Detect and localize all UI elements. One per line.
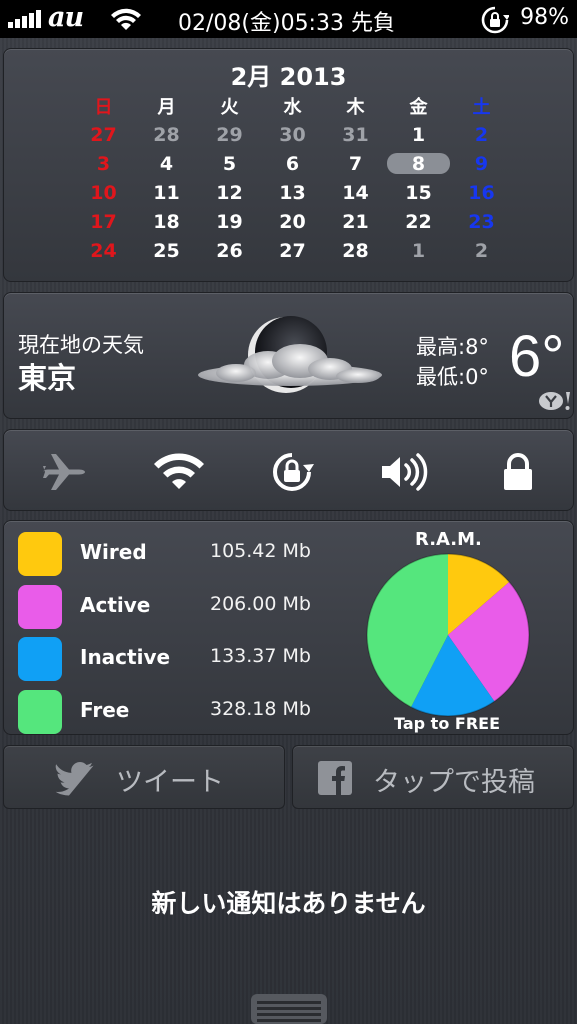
calendar-day: 19 xyxy=(216,210,243,233)
weather-current-temp: 6° xyxy=(509,324,565,389)
carrier-name: au xyxy=(48,2,84,33)
notification-center-grabber[interactable] xyxy=(251,994,327,1024)
calendar-day: 3 xyxy=(96,152,111,175)
sound-icon xyxy=(382,453,428,491)
tap-to-free-label[interactable]: Tap to FREE xyxy=(394,714,500,733)
weather-high-temp: 最高:8° xyxy=(416,335,489,359)
ram-category-value: 105.42 Mb xyxy=(210,540,311,562)
ram-color-swatch xyxy=(18,689,62,734)
calendar-day: 25 xyxy=(153,239,180,262)
battery-level: 98% xyxy=(520,5,569,30)
calendar-day: 24 xyxy=(90,239,117,262)
ram-category-label: Free xyxy=(80,697,130,722)
moon-cloud-weather-icon xyxy=(198,316,382,393)
calendar-day: 2 xyxy=(474,123,489,146)
calendar-today: 8 xyxy=(387,149,450,178)
calendar-day: 5 xyxy=(222,152,237,175)
calendar-day: 28 xyxy=(342,239,369,262)
ram-color-swatch xyxy=(18,637,62,681)
twitter-bird-icon xyxy=(55,762,94,796)
weather-city: 東京 xyxy=(18,361,77,395)
calendar-day: 18 xyxy=(153,210,180,233)
ram-category-label: Wired xyxy=(80,540,147,564)
rotation-lock-icon xyxy=(273,453,314,491)
wifi-signal-icon xyxy=(111,8,141,30)
weekday-header: 水 xyxy=(283,96,302,118)
weekday-header: 土 xyxy=(472,96,491,118)
weather-low-temp: 最低:0° xyxy=(416,365,489,389)
yahoo-logo-icon[interactable] xyxy=(538,390,574,412)
lock-icon xyxy=(504,453,532,490)
calendar-day: 26 xyxy=(216,239,243,262)
ram-category-value: 133.37 Mb xyxy=(210,645,311,667)
ram-color-swatch xyxy=(18,532,62,576)
ram-category-value: 328.18 Mb xyxy=(210,697,311,720)
weather-widget[interactable]: 現在地の天気 東京 最高:8° 最低:0° 6° xyxy=(3,292,574,419)
ram-category-label: Active xyxy=(80,592,151,617)
calendar-day: 4 xyxy=(159,152,174,175)
calendar-day: 1 xyxy=(411,123,426,146)
ram-pie-chart[interactable] xyxy=(364,551,532,719)
calendar-day: 13 xyxy=(279,181,306,204)
signal-strength-icon xyxy=(8,10,44,28)
status-bar: au 02/08(金)05:33 先負 98% xyxy=(0,0,577,38)
calendar-day: 29 xyxy=(216,123,243,146)
facebook-button-label: タップで投稿 xyxy=(373,767,535,798)
calendar-day: 6 xyxy=(285,152,300,175)
calendar-day: 17 xyxy=(90,210,117,233)
calendar-day: 11 xyxy=(153,181,180,204)
facebook-icon xyxy=(318,761,352,795)
calendar-day: 28 xyxy=(153,123,180,146)
calendar-day: 14 xyxy=(342,181,369,204)
calendar-day: 7 xyxy=(348,152,363,175)
calendar-day: 1 xyxy=(411,239,426,262)
calendar-day: 20 xyxy=(279,210,306,233)
airplane-mode-toggle[interactable] xyxy=(40,451,88,493)
ram-color-swatch xyxy=(18,584,62,629)
screen-lock-toggle[interactable] xyxy=(494,451,542,493)
calendar-day: 27 xyxy=(90,123,117,146)
ram-title: R.A.M. xyxy=(415,529,482,550)
calendar-day: 16 xyxy=(468,181,495,204)
calendar-day: 21 xyxy=(342,210,369,233)
weekday-header: 日 xyxy=(94,96,113,118)
no-notifications-message: 新しい通知はありません xyxy=(151,889,426,918)
calendar-day: 27 xyxy=(279,239,306,262)
facebook-post-button[interactable]: タップで投稿 xyxy=(292,745,574,809)
tweet-button-label: ツイート xyxy=(116,767,224,798)
calendar-day: 2 xyxy=(474,239,489,262)
ram-category-label: Inactive xyxy=(80,645,171,669)
rotation-lock-toggle[interactable] xyxy=(268,451,316,493)
calendar-widget[interactable]: 2月 2013 日月火水木金土 27 28 29 30 31 1 2 3 4 5 6 7 8 9 10 11 12… xyxy=(3,48,574,282)
calendar-day: 30 xyxy=(279,123,306,146)
quick-toggles-widget xyxy=(3,429,574,511)
calendar-day: 15 xyxy=(405,181,432,204)
calendar-day: 9 xyxy=(474,152,489,175)
ram-widget[interactable]: Wired 105.42 Mb Active 206.00 Mb Inactive 133… xyxy=(3,520,574,735)
calendar-day: 31 xyxy=(342,123,369,146)
weekday-header: 木 xyxy=(346,96,365,118)
calendar-day: 10 xyxy=(90,181,117,204)
calendar-grid: 日月火水木金土 27 28 29 30 31 1 2 3 4 5 6 7 8 9 10 11 12 13 14 15 16… xyxy=(72,91,514,265)
status-time: 02/08(金)05:33 先負 xyxy=(178,11,395,36)
weekday-header: 火 xyxy=(220,96,239,118)
weekday-header: 月 xyxy=(157,96,176,118)
calendar-day: 23 xyxy=(468,210,495,233)
weekday-header: 金 xyxy=(409,96,428,118)
wifi-toggle[interactable] xyxy=(152,451,206,493)
wifi-icon xyxy=(154,453,204,489)
ram-category-value: 206.00 Mb xyxy=(210,592,311,615)
calendar-month-title: 2月 2013 xyxy=(230,63,347,91)
calendar-day: 12 xyxy=(216,181,243,204)
orientation-lock-icon xyxy=(481,6,509,34)
tweet-button[interactable]: ツイート xyxy=(3,745,285,809)
calendar-day: 22 xyxy=(405,210,432,233)
airplane-mode-icon xyxy=(43,454,85,490)
sound-toggle[interactable] xyxy=(380,451,428,493)
